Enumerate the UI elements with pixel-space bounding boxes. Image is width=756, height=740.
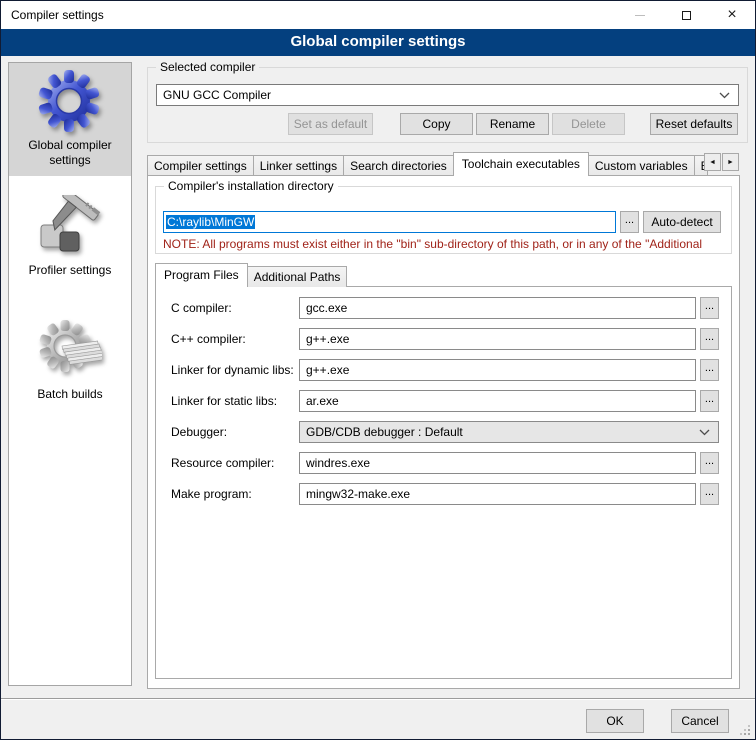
minimize-icon (635, 15, 645, 16)
tab-toolchain-executables[interactable]: Toolchain executables (453, 152, 589, 176)
chevron-down-icon (719, 92, 730, 99)
selected-compiler-group: Selected compiler GNU GCC Compiler Set a… (147, 67, 748, 143)
ok-button[interactable]: OK (586, 709, 644, 733)
resize-grip[interactable] (740, 725, 750, 735)
resource-compiler-input[interactable]: windres.exe (299, 452, 696, 474)
tab-linker-settings[interactable]: Linker settings (253, 155, 344, 176)
sidebar-item-batch-builds[interactable]: Batch builds (9, 312, 131, 410)
field-value: g++.exe (306, 332, 349, 346)
rename-button[interactable]: Rename (476, 113, 549, 135)
window-title: Compiler settings (1, 1, 617, 29)
browse-directory-button[interactable]: ... (620, 211, 639, 233)
browse-button[interactable]: ... (700, 328, 719, 350)
field-label: Make program: (171, 487, 299, 501)
close-button[interactable]: × (709, 1, 755, 29)
browse-button[interactable]: ... (700, 390, 719, 412)
set-as-default-button[interactable]: Set as default (288, 113, 373, 135)
main-panel: Selected compiler GNU GCC Compiler Set a… (147, 62, 748, 689)
minimize-button[interactable] (617, 1, 663, 29)
close-icon: × (727, 7, 736, 23)
static-linker-input[interactable]: ar.exe (299, 390, 696, 412)
reset-defaults-button[interactable]: Reset defaults (650, 113, 738, 135)
tab-scroll-right-button[interactable]: ► (722, 153, 739, 171)
settings-tab-bar: Compiler settings Linker settings Search… (147, 152, 740, 176)
browse-button[interactable]: ... (700, 359, 719, 381)
installation-note: NOTE: All programs must exist either in … (163, 237, 724, 251)
delete-button[interactable]: Delete (552, 113, 625, 135)
tab-scroll-left-button[interactable]: ◄ (704, 153, 721, 171)
debugger-select-value: GDB/CDB debugger : Default (306, 425, 463, 439)
files-tab-bar: Program Files Additional Paths (155, 263, 732, 287)
browse-button[interactable]: ... (700, 297, 719, 319)
field-value: windres.exe (306, 456, 370, 470)
sidebar-item-global-compiler-settings[interactable]: Global compiler settings (9, 63, 131, 176)
auto-detect-button[interactable]: Auto-detect (643, 211, 721, 233)
tab-search-directories[interactable]: Search directories (343, 155, 454, 176)
installation-directory-group: Compiler's installation directory C:\ray… (155, 186, 732, 254)
field-value: mingw32-make.exe (306, 487, 410, 501)
caliper-icon (38, 195, 102, 259)
compiler-select[interactable]: GNU GCC Compiler (156, 84, 739, 106)
field-value: gcc.exe (306, 301, 347, 315)
debugger-select[interactable]: GDB/CDB debugger : Default (299, 421, 719, 443)
compiler-settings-window: Compiler settings × Global compiler sett… (0, 0, 756, 740)
field-label: Linker for dynamic libs: (171, 363, 299, 377)
cancel-button[interactable]: Cancel (671, 709, 729, 733)
field-label: Resource compiler: (171, 456, 299, 470)
browse-button[interactable]: ... (700, 452, 719, 474)
field-label: Debugger: (171, 425, 299, 439)
field-row: Linker for dynamic libs: g++.exe ... (171, 359, 719, 381)
field-label: C++ compiler: (171, 332, 299, 346)
tab-additional-paths[interactable]: Additional Paths (247, 266, 348, 287)
arrow-left-icon: ◄ (709, 159, 716, 166)
cpp-compiler-input[interactable]: g++.exe (299, 328, 696, 350)
installation-directory-input[interactable]: C:\raylib\MinGW (163, 211, 616, 233)
tab-scroll-buttons: ◄ ► (703, 153, 739, 171)
copy-button[interactable]: Copy (400, 113, 473, 135)
make-program-input[interactable]: mingw32-make.exe (299, 483, 696, 505)
tab-compiler-settings[interactable]: Compiler settings (147, 155, 254, 176)
maximize-icon (682, 11, 691, 20)
field-row: Make program: mingw32-make.exe ... (171, 483, 719, 505)
browse-button[interactable]: ... (700, 483, 719, 505)
sidebar-item-label: Global compiler settings (11, 138, 129, 168)
selected-text: C:\raylib\MinGW (166, 215, 255, 229)
chevron-down-icon (699, 429, 710, 436)
field-row: C++ compiler: g++.exe ... (171, 328, 719, 350)
footer-divider (1, 698, 755, 700)
blue-gear-icon (38, 70, 102, 134)
arrow-right-icon: ► (727, 159, 734, 166)
sidebar-item-profiler-settings[interactable]: Profiler settings (9, 188, 131, 286)
compiler-actions: Set as default Copy Rename Delete Reset … (156, 113, 739, 135)
page-title: Global compiler settings (1, 29, 755, 56)
field-row: Resource compiler: windres.exe ... (171, 452, 719, 474)
settings-sidebar: Global compiler settings Profiler settin… (8, 62, 132, 686)
tab-custom-variables[interactable]: Custom variables (588, 155, 695, 176)
c-compiler-input[interactable]: gcc.exe (299, 297, 696, 319)
field-value: ar.exe (306, 394, 339, 408)
maximize-button[interactable] (663, 1, 709, 29)
dynamic-linker-input[interactable]: g++.exe (299, 359, 696, 381)
compiler-select-value: GNU GCC Compiler (163, 88, 271, 102)
sidebar-item-label: Batch builds (11, 387, 129, 402)
tab-program-files[interactable]: Program Files (155, 263, 248, 287)
title-bar: Compiler settings × (1, 1, 755, 29)
field-label: Linker for static libs: (171, 394, 299, 408)
toolchain-executables-panel: Compiler's installation directory C:\ray… (147, 175, 740, 689)
dialog-buttons: OK Cancel (586, 709, 729, 733)
field-row: Debugger: GDB/CDB debugger : Default (171, 421, 719, 443)
dialog-body: Global compiler settings Profiler settin… (1, 56, 755, 739)
field-row: Linker for static libs: ar.exe ... (171, 390, 719, 412)
group-label: Selected compiler (156, 60, 259, 74)
field-value: g++.exe (306, 363, 349, 377)
group-label: Compiler's installation directory (164, 179, 338, 193)
field-label: C compiler: (171, 301, 299, 315)
program-files-panel: C compiler: gcc.exe ... C++ compiler: g+… (155, 286, 732, 679)
gear-stack-icon (38, 319, 102, 383)
field-row: C compiler: gcc.exe ... (171, 297, 719, 319)
installation-directory-row: C:\raylib\MinGW ... Auto-detect (163, 211, 724, 233)
sidebar-item-label: Profiler settings (11, 263, 129, 278)
